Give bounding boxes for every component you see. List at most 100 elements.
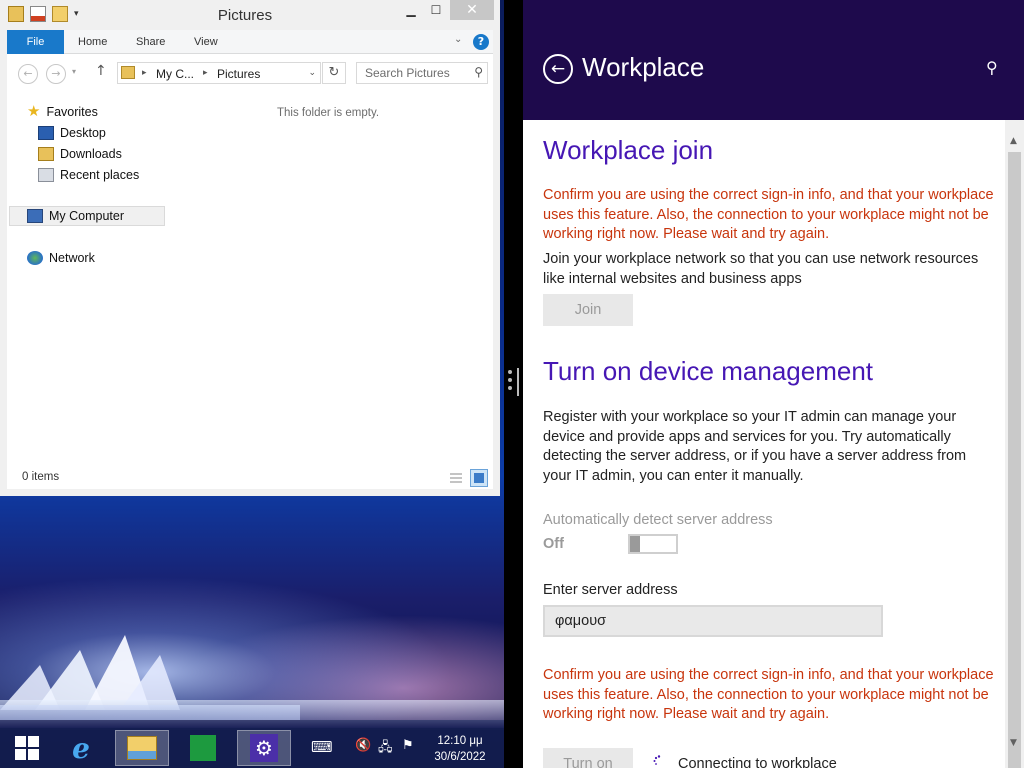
store-button[interactable] [176,730,230,766]
pc-settings-app: ← Workplace ⚲ Workplace join Confirm you… [523,0,1024,768]
network-status-icon[interactable]: 🖧 [378,738,393,760]
clock-date: 30/6/2022 [434,751,486,763]
internet-explorer-icon: e [72,731,90,765]
item-count: 0 items [22,471,60,483]
tab-share[interactable]: Share [136,30,165,54]
downloads-icon [38,147,54,161]
empty-folder-message: This folder is empty. [277,107,380,119]
divider-handle[interactable] [517,368,519,396]
tab-home[interactable]: Home [78,30,107,54]
breadcrumb-pictures[interactable]: Pictures [217,67,260,81]
scroll-thumb[interactable] [1008,152,1021,768]
breadcrumb-separator-icon[interactable]: ▸ [142,67,147,78]
search-icon[interactable]: ⚲ [474,65,483,79]
scroll-down-icon[interactable]: ▼ [1010,738,1017,748]
touch-keyboard-icon[interactable]: ⌨ [311,738,333,756]
nav-recent-places[interactable]: Recent places [38,165,139,185]
nav-network[interactable]: Network [27,248,95,268]
details-view-icon[interactable] [447,469,465,487]
customize-toolbar-icon[interactable]: ▾ [74,6,84,22]
workplace-join-heading: Workplace join [543,135,714,165]
water-reflection [0,700,504,730]
status-bar: 0 items [7,466,493,489]
back-button[interactable]: ← [18,64,38,84]
ribbon-tabs: File Home Share View ⌄ ? [7,30,493,54]
turn-on-button[interactable]: Turn on [543,748,633,768]
internet-explorer-button[interactable]: e [54,730,108,766]
address-dropdown-icon[interactable]: ⌄ [308,67,316,78]
divider-grip-icon[interactable] [508,370,512,398]
window-title: Pictures [217,7,273,24]
join-description: Join your workplace network so that you … [543,251,979,287]
quick-access-toolbar: ▾ [8,6,84,22]
search-input[interactable] [357,63,467,83]
loading-spinner-icon [653,755,661,765]
server-address-field[interactable]: φαμουσ [543,605,883,637]
search-icon[interactable]: ⚲ [986,58,998,77]
nav-favorites-label: Favorites [46,105,98,119]
desktop-icon [38,126,54,140]
nav-downloads[interactable]: Downloads [38,144,122,164]
nav-favorites[interactable]: ★ Favorites [27,102,98,122]
computer-icon [27,209,43,223]
help-icon[interactable]: ? [473,34,489,50]
large-icons-view-icon[interactable] [470,469,488,487]
system-clock[interactable]: 12:10 μμ 30/6/2022 [428,733,492,765]
split-divider[interactable] [504,0,523,768]
maximize-button[interactable]: ☐ [422,0,450,20]
back-arrow-icon[interactable]: ← [543,54,573,84]
refresh-button[interactable]: ↻ [322,62,346,84]
volume-muted-icon[interactable]: 🔇 [355,738,371,753]
nav-desktop-label: Desktop [60,126,106,140]
explorer-window: ▾ Pictures ▁ ☐ ✕ File Home Share View ⌄ … [0,0,500,496]
page-title: Workplace [582,52,705,82]
network-icon [27,251,43,265]
gear-icon: ⚙ [250,734,278,762]
folder-icon [121,66,135,79]
tab-view[interactable]: View [194,30,218,54]
expand-ribbon-icon[interactable]: ⌄ [454,34,462,45]
join-error-message: Confirm you are using the correct sign-i… [543,187,994,242]
search-box[interactable]: ⚲ [356,62,488,84]
star-icon: ★ [27,103,41,120]
toggle-knob [630,536,640,552]
tab-file[interactable]: File [7,30,64,54]
new-folder-icon[interactable] [52,6,68,22]
scroll-up-icon[interactable]: ▲ [1010,136,1017,146]
breadcrumb-separator-icon[interactable]: ▸ [203,67,208,78]
device-management-heading: Turn on device management [543,356,874,386]
up-button[interactable]: ↑ [95,63,107,79]
nav-network-label: Network [49,251,95,265]
settings-scrollbar[interactable]: ▲ ▼ [1005,120,1024,768]
address-bar[interactable]: ▸ My C... ▸ Pictures ⌄ [117,62,321,84]
nav-my-computer[interactable]: My Computer [9,206,165,226]
server-address-label: Enter server address [543,582,678,598]
navigation-pane: ★ Favorites Desktop Downloads Recent pla… [7,92,165,462]
close-button[interactable]: ✕ [450,0,494,20]
device-management-description: Register with your workplace so your IT … [543,409,967,484]
start-button[interactable] [0,730,54,766]
join-button[interactable]: Join [543,294,633,326]
recent-locations-icon[interactable]: ▾ [72,67,76,76]
breadcrumb-my-computer[interactable]: My C... [156,67,194,81]
nav-desktop[interactable]: Desktop [38,123,106,143]
forward-button[interactable]: → [46,64,66,84]
address-row: ← → ▾ ↑ ▸ My C... ▸ Pictures ⌄ ↻ ⚲ [7,54,493,92]
auto-detect-state: Off [543,536,564,552]
action-center-flag-icon[interactable]: ⚑ [402,738,414,753]
clock-time: 12:10 μμ [437,735,483,747]
explorer-titlebar[interactable]: ▾ Pictures ▁ ☐ ✕ [0,0,500,30]
recent-places-icon [38,168,54,182]
file-explorer-icon [127,736,157,760]
file-explorer-button[interactable] [115,730,169,766]
pc-settings-button[interactable]: ⚙ [237,730,291,766]
windows-logo-icon [15,736,39,760]
nav-recent-label: Recent places [60,168,140,182]
taskbar: e ⚙ ⌨ 🔇 🖧 ⚑ 12:10 μμ 30/6/2022 [0,728,504,768]
auto-detect-toggle[interactable] [628,534,678,554]
minimize-button[interactable]: ▁ [397,0,425,20]
nav-downloads-label: Downloads [60,147,122,161]
explorer-app-icon[interactable] [8,6,24,22]
properties-icon[interactable] [30,6,46,22]
settings-header: ← Workplace ⚲ [523,0,1024,120]
